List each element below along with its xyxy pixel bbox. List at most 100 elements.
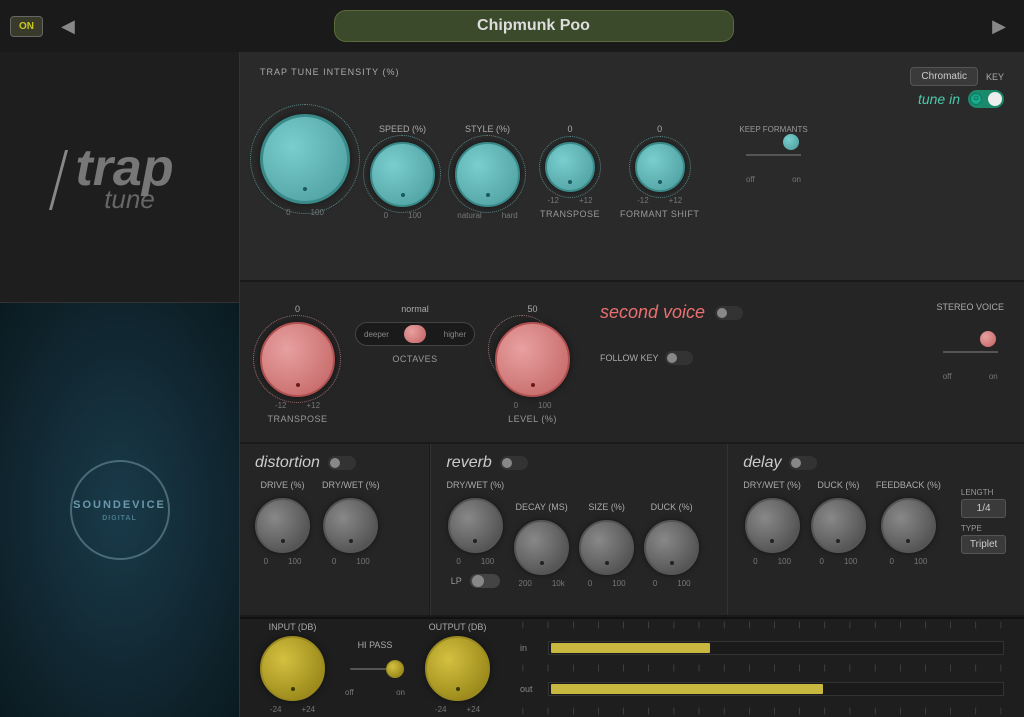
meter-in-row: in [520, 641, 1004, 655]
key-selector[interactable]: Chromatic [910, 67, 978, 86]
speed-indicator [401, 193, 405, 197]
rev-size-knob[interactable] [579, 520, 634, 575]
intensity-knob-container: 0 100 [260, 114, 350, 217]
output-knob[interactable] [425, 636, 490, 701]
stereo-voice-switch[interactable] [943, 338, 998, 366]
tune-in-toggle[interactable]: ⏻ [968, 90, 1004, 108]
sv-transpose-label: TRANSPOSE [267, 414, 327, 424]
rev-duck-label: DUCK (%) [651, 502, 693, 512]
delay-settings: LENGTH 1/4 TYPE Triplet [961, 488, 1006, 566]
soundevice-panel: SOUNDEVICE DIGITAL [0, 302, 240, 717]
lp-filter: LP [451, 574, 500, 588]
meter-section: |||||||||||||||||||| in ||||||||||||||||… [510, 622, 1004, 715]
distortion-toggle-thumb [330, 458, 340, 468]
rev-decay-knob[interactable] [514, 520, 569, 575]
delay-duck-indicator [836, 539, 840, 543]
formant-knob-wrap [635, 142, 685, 192]
transpose1-knob-container: 0 -12 +12 TRANSPOSE [540, 124, 600, 219]
follow-key-toggle[interactable] [665, 351, 693, 365]
follow-key-toggle-thumb [667, 353, 677, 363]
sv-level-marker: 50 [527, 304, 537, 314]
meter-in-label: in [520, 643, 540, 653]
delay-type-label: TYPE [961, 524, 1006, 533]
sv-transpose-indicator [296, 383, 300, 387]
octaves-container: normal deeper higher OCTAVES [355, 294, 475, 364]
delay-toggle[interactable] [789, 456, 817, 470]
sv-transpose-knob[interactable] [260, 322, 335, 397]
input-knob[interactable] [260, 636, 325, 701]
delay-duck-range: 0 100 [820, 557, 858, 566]
delay-feedback-knob[interactable] [881, 498, 936, 553]
hipass-container: HI PASS off on [345, 640, 405, 697]
hipass-switch[interactable] [345, 654, 405, 684]
rev-duck-knob[interactable] [644, 520, 699, 575]
input-container: INPUT (dB) -24 +24 [260, 622, 325, 714]
logo-trap: trap [65, 139, 173, 197]
distortion-toggle[interactable] [328, 456, 356, 470]
reverb-toggle[interactable] [500, 456, 528, 470]
delay-type-value[interactable]: Triplet [961, 535, 1006, 554]
sv-transpose-knob-wrap [260, 322, 335, 397]
drive-knob[interactable] [255, 498, 310, 553]
follow-key-label: FOLLOW KEY [600, 353, 659, 363]
meter-in-level [551, 643, 710, 653]
rev-decay-indicator [540, 561, 544, 565]
transpose1-knob-wrap [545, 142, 595, 192]
style-indicator [486, 193, 490, 197]
sv-level-knob[interactable] [495, 322, 570, 397]
prev-preset-button[interactable]: ◀ [53, 12, 83, 41]
on-button[interactable]: ON [10, 16, 43, 37]
intensity-knob[interactable] [260, 114, 350, 204]
drive-container: DRIVE (%) 0 100 [255, 480, 310, 566]
rev-decay-label: DECAY (ms) [516, 502, 568, 512]
meter-out-bar [548, 682, 1004, 696]
lp-thumb [472, 575, 484, 587]
keep-formants-switch[interactable] [746, 141, 801, 169]
speed-knob[interactable] [370, 142, 435, 207]
distortion-knobs: DRIVE (%) 0 100 DRY/WET (%) [255, 480, 414, 566]
stereo-voice-range: off on [943, 372, 998, 381]
style-label: STYLE (%) [465, 124, 510, 134]
tune-in-toggle-power: ⏻ [970, 93, 982, 105]
effects-row: distortion DRIVE (%) 0 100 [240, 444, 1024, 617]
style-knob[interactable] [455, 142, 520, 207]
key-label: KEY [986, 72, 1004, 82]
delay-feedback-label: FEEDBACK (%) [876, 480, 941, 490]
second-voice-toggle-thumb [717, 308, 727, 318]
style-knob-container: STYLE (%) natural hard [455, 124, 520, 220]
style-knob-wrap [455, 142, 520, 207]
meter-out-label: out [520, 684, 540, 694]
stereo-voice-arc [943, 351, 998, 353]
output-range: -24 +24 [435, 705, 480, 714]
stereo-voice-container: STEREO VOICE off on [936, 294, 1004, 381]
rev-drywet-indicator [473, 539, 477, 543]
second-voice-toggle[interactable] [715, 306, 743, 320]
formant-knob[interactable] [635, 142, 685, 192]
soundevice-label: SOUNDEVICE [73, 499, 166, 511]
rev-drywet-knob[interactable] [448, 498, 503, 553]
delay-length-value[interactable]: 1/4 [961, 499, 1006, 518]
input-indicator [291, 687, 295, 691]
lp-switch[interactable] [470, 574, 500, 588]
drive-indicator [281, 539, 285, 543]
sv-transpose-range: -12 +12 [275, 401, 320, 410]
drive-range: 0 100 [264, 557, 302, 566]
rev-size-range: 0 100 [588, 579, 626, 588]
formant-knob-container: 0 -12 +12 FORMANT SHIFT [620, 124, 699, 219]
dist-drywet-indicator [349, 539, 353, 543]
delay-drywet-knob[interactable] [745, 498, 800, 553]
left-sidebar: trap tune SOUNDEVICE DIGITAL [0, 52, 240, 717]
top-bar: ON ◀ Chipmunk Poo ▶ [0, 0, 1024, 52]
drive-label: DRIVE (%) [260, 480, 304, 490]
dist-drywet-label: DRY/WET (%) [322, 480, 380, 490]
delay-panel: delay DRY/WET (%) 0 [728, 444, 1024, 615]
main-content: trap tune SOUNDEVICE DIGITAL TRAP TUNE I… [0, 52, 1024, 717]
next-preset-button[interactable]: ▶ [984, 12, 1014, 41]
delay-title: delay [743, 454, 781, 472]
transpose1-knob[interactable] [545, 142, 595, 192]
octaves-slider[interactable]: deeper higher [355, 322, 475, 346]
delay-duck-knob[interactable] [811, 498, 866, 553]
keep-formants-container: KEEP FORMANTS off on [739, 124, 807, 184]
sv-transpose-container: 0 -12 +12 TRANSPOSE [260, 294, 335, 424]
dist-drywet-knob[interactable] [323, 498, 378, 553]
